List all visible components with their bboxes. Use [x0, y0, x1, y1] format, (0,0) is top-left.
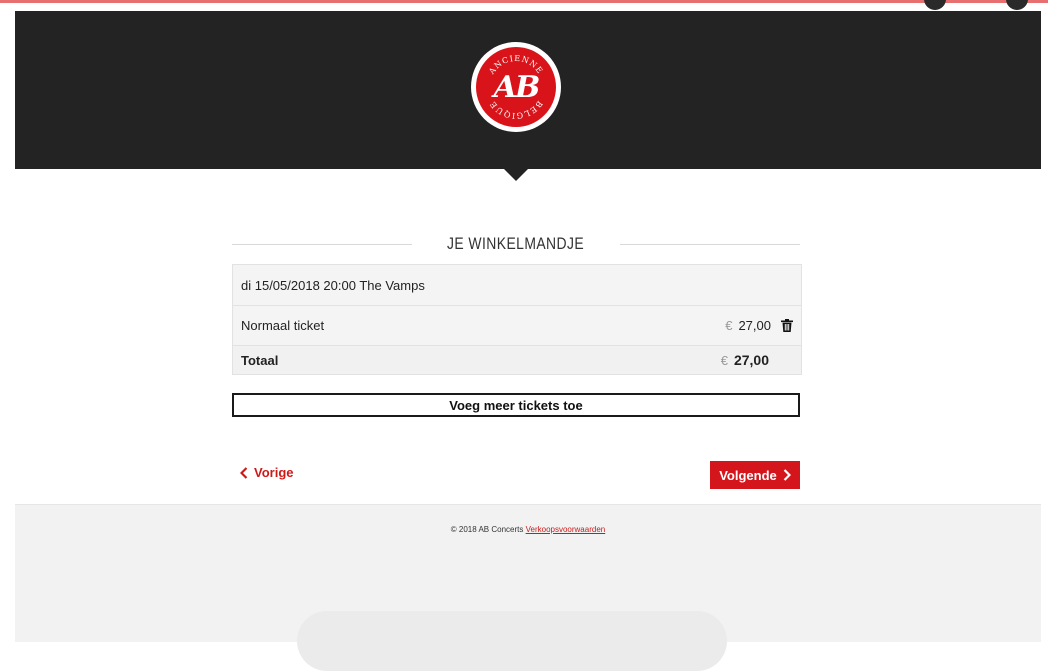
cart-table: di 15/05/2018 20:00 The Vamps Normaal ti…: [232, 264, 802, 375]
ticket-label: Normaal ticket: [241, 318, 325, 333]
trash-icon[interactable]: [781, 319, 793, 332]
ticket-currency: €: [725, 318, 733, 333]
cart-ticket-row: Normaal ticket € 27,00: [233, 305, 801, 345]
copyright-text: © 2018 AB Concerts: [450, 525, 524, 534]
next-label: Volgende: [719, 467, 777, 483]
ab-logo[interactable]: ANCIENNE BELGIQUE AB: [471, 42, 561, 132]
total-price: 27,00: [733, 352, 769, 368]
total-label: Totaal: [241, 352, 279, 368]
add-more-tickets-button[interactable]: Voeg meer tickets toe: [232, 393, 800, 417]
ticket-price: 27,00: [738, 318, 771, 333]
total-currency: €: [720, 352, 728, 368]
terms-link[interactable]: Verkoopsvoorwaarden: [526, 525, 606, 534]
logo-text: AB: [493, 69, 541, 105]
heading-divider-left: [232, 243, 413, 245]
previous-button[interactable]: Vorige: [240, 465, 294, 480]
cart-title: JE WINKELMANDJE: [447, 234, 585, 253]
corner-menu-icon[interactable]: [1006, 0, 1028, 10]
cart-total-row: Totaal € 27,00: [233, 345, 801, 374]
corner-avatar-icon[interactable]: [924, 0, 946, 10]
logo-badge: ANCIENNE BELGIQUE AB: [476, 47, 556, 127]
chevron-left-icon: [240, 466, 248, 479]
header-pointer: [504, 169, 528, 181]
event-info: di 15/05/2018 20:00 The Vamps: [241, 277, 425, 293]
previous-label: Vorige: [254, 465, 294, 480]
cart-heading: JE WINKELMANDJE: [232, 232, 801, 256]
footer-decoration: [297, 611, 727, 671]
next-button[interactable]: Volgende: [710, 461, 800, 489]
chevron-right-icon: [783, 469, 791, 481]
cart-event-row: di 15/05/2018 20:00 The Vamps: [233, 265, 801, 305]
site-footer: © 2018 AB Concerts Verkoopsvoorwaarden: [15, 504, 1041, 671]
footer-copyright-line: © 2018 AB Concerts Verkoopsvoorwaarden: [15, 525, 1041, 534]
heading-divider-right: [619, 243, 801, 245]
top-accent-line: [0, 0, 1048, 3]
